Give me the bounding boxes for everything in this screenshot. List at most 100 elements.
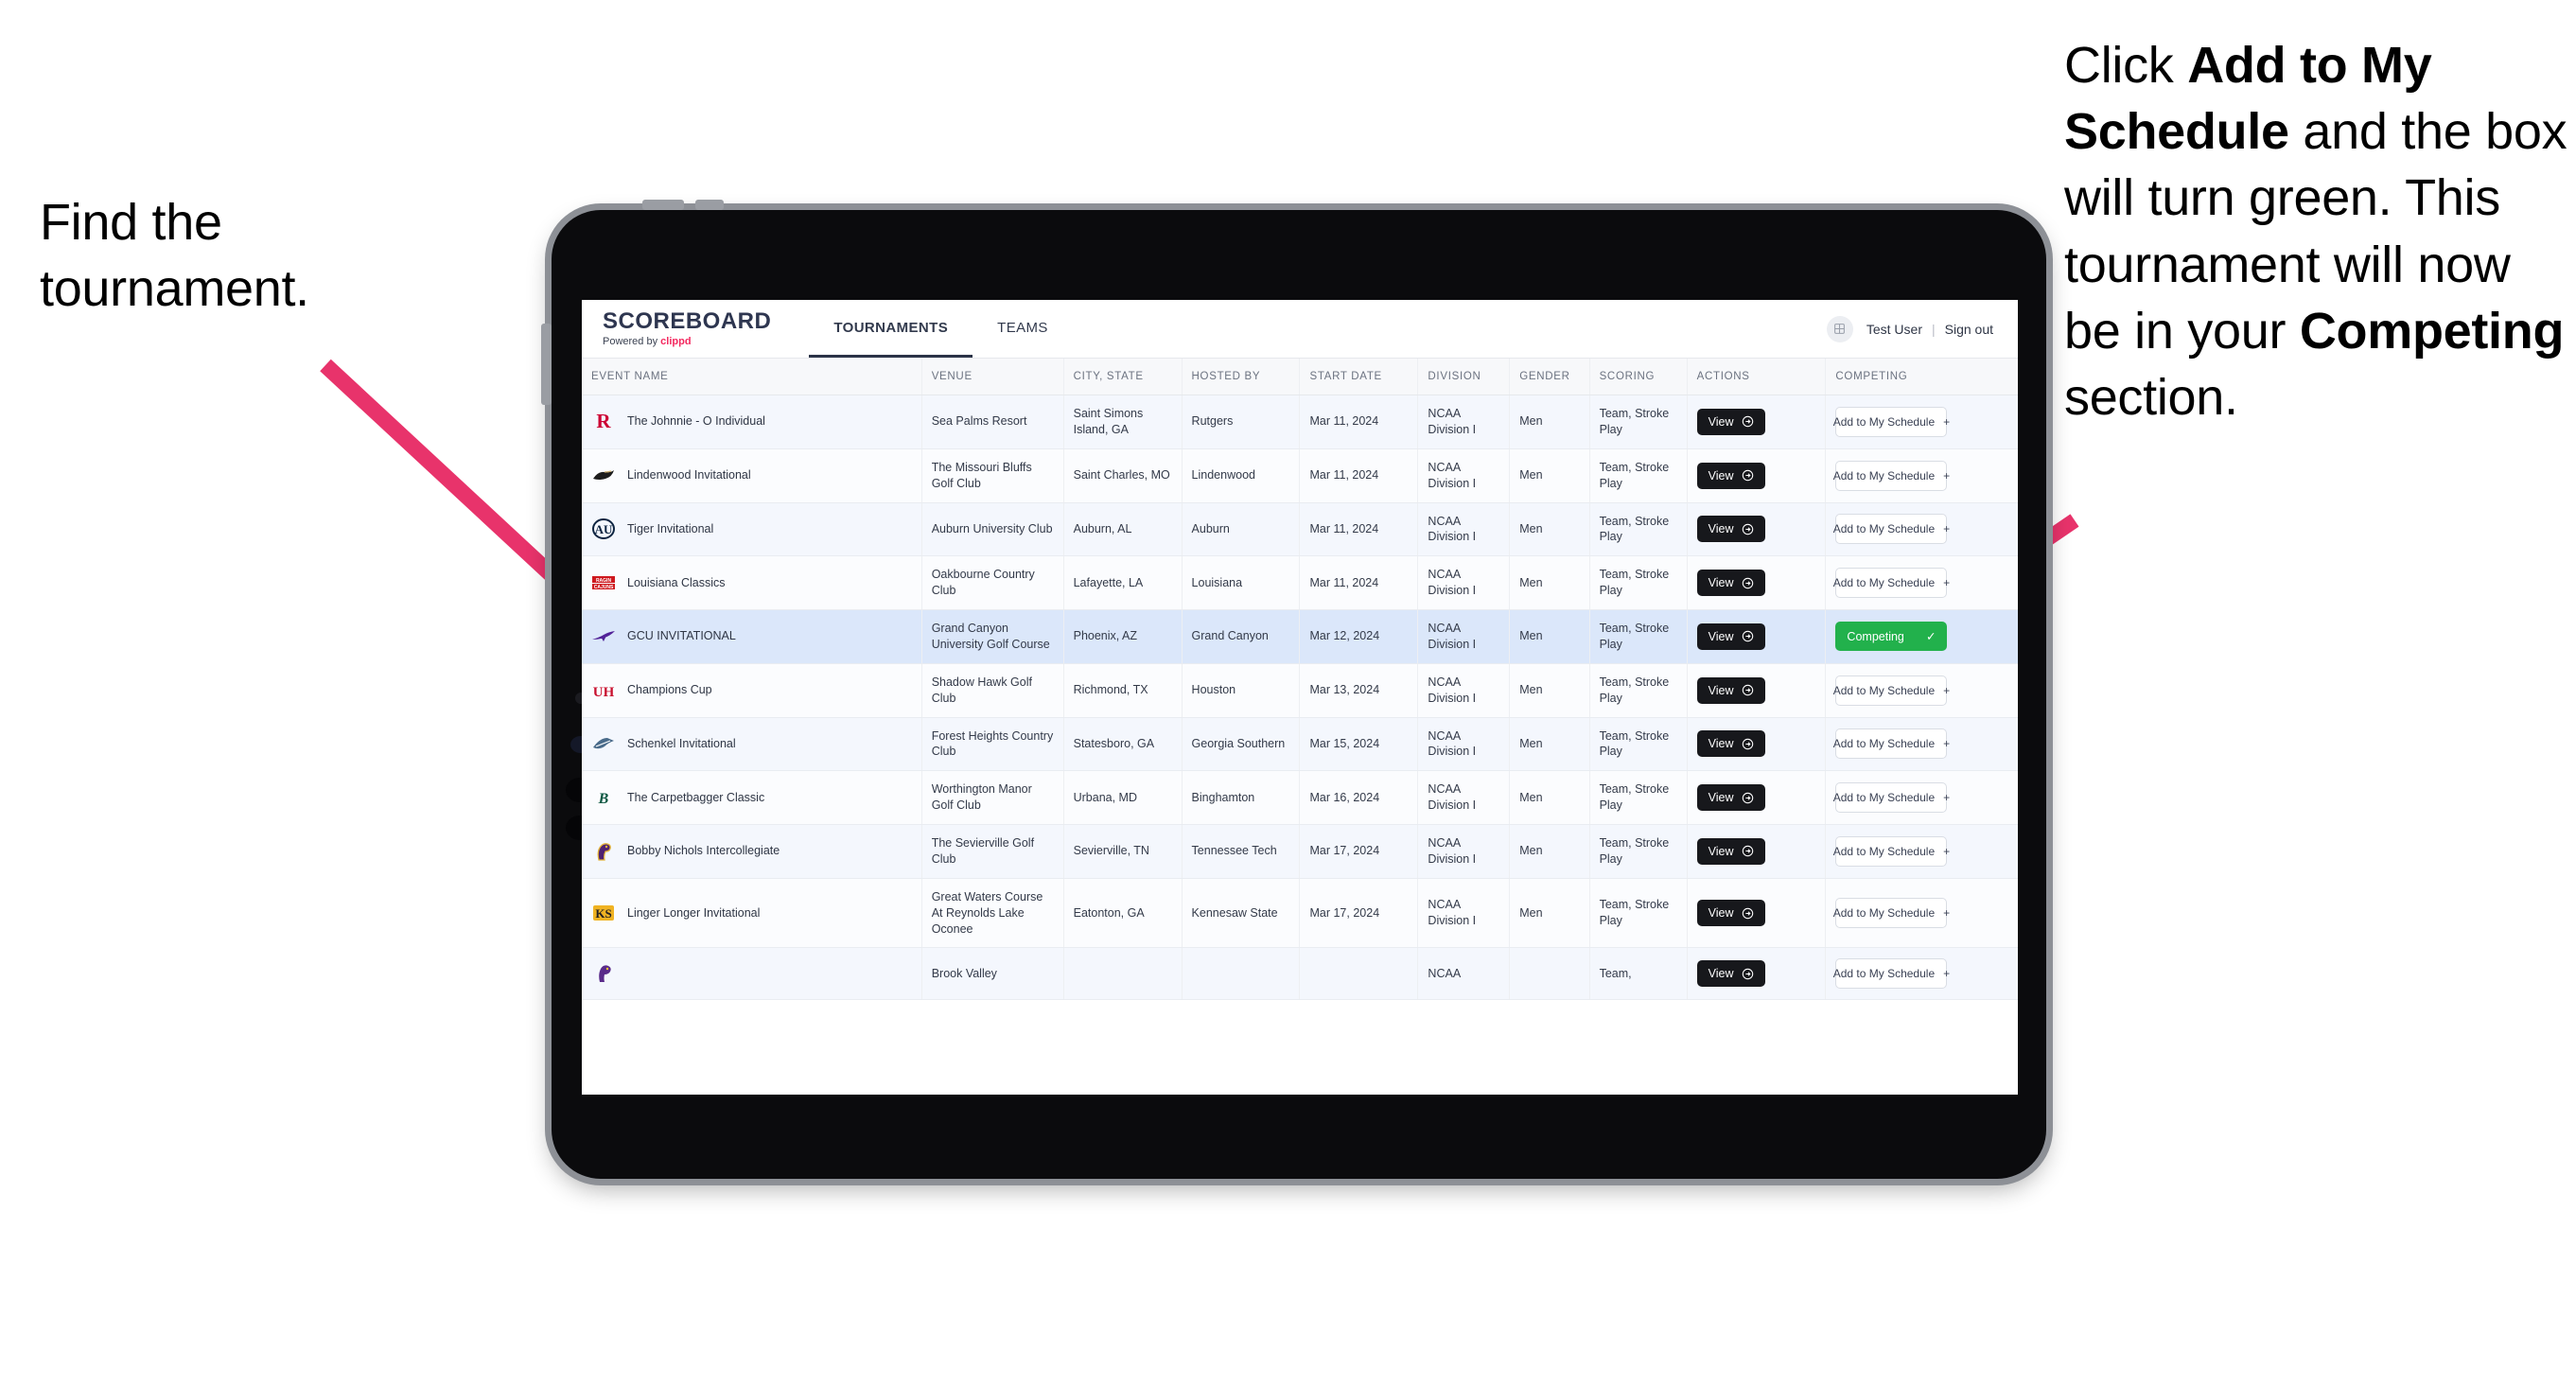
cell-competing: Competing ✓	[1825, 609, 2018, 664]
cell-competing: Add to My Schedule +	[1825, 448, 2018, 503]
column-header-venue[interactable]: VENUE	[921, 359, 1064, 395]
column-header-division[interactable]: DIVISION	[1417, 359, 1511, 395]
add-to-my-schedule-button[interactable]: Add to My Schedule +	[1833, 460, 1950, 491]
view-label: View	[1708, 791, 1734, 805]
cell-venue: The Sevierville Golf Club	[921, 824, 1064, 879]
cell-event-name: R The Johnnie - O Individual	[582, 395, 922, 449]
table-row[interactable]: KS Linger Longer Invitational Great Wate…	[582, 878, 2018, 949]
competing-button[interactable]: Competing ✓	[1835, 622, 1948, 652]
cell-start-date: Mar 17, 2024	[1299, 878, 1419, 949]
cell-scoring: Team, Stroke Play	[1589, 448, 1688, 503]
view-button[interactable]: View	[1696, 408, 1765, 435]
cell-gender: Men	[1509, 555, 1590, 610]
svg-text:B: B	[598, 791, 609, 807]
column-header-event-name[interactable]: EVENT NAME	[582, 359, 922, 395]
add-to-my-schedule-button[interactable]: Add to My Schedule +	[1833, 675, 1951, 706]
table-row[interactable]: B The Carpetbagger Classic Worthington M…	[582, 770, 2018, 825]
table-row[interactable]: Lindenwood Invitational The Missouri Blu…	[582, 448, 2018, 503]
svg-text:RAGIN: RAGIN	[596, 578, 612, 584]
add-to-my-schedule-button[interactable]: Add to My Schedule +	[1833, 728, 1951, 760]
event-name-label: Bobby Nichols Intercollegiate	[627, 844, 780, 858]
column-header-hosted-by[interactable]: HOSTED BY	[1182, 359, 1301, 395]
cell-start-date	[1299, 947, 1419, 1001]
cell-competing: Add to My Schedule +	[1825, 824, 2018, 879]
view-button[interactable]: View	[1696, 837, 1765, 865]
cell-division: NCAA Division I	[1417, 502, 1511, 557]
column-header-gender[interactable]: GENDER	[1509, 359, 1590, 395]
cell-gender: Men	[1509, 502, 1590, 557]
annotation-right-bold2: Competing	[2299, 302, 2565, 360]
cell-actions: View	[1687, 448, 1827, 503]
cell-city-state: Auburn, AL	[1063, 502, 1183, 557]
add-to-my-schedule-button[interactable]: Add to My Schedule +	[1833, 958, 1951, 990]
add-to-my-schedule-label: Add to My Schedule	[1832, 576, 1936, 590]
view-label: View	[1708, 906, 1734, 921]
view-button[interactable]: View	[1696, 730, 1765, 758]
view-label: View	[1708, 737, 1734, 751]
volume-down-button[interactable]	[695, 200, 724, 210]
tab-teams[interactable]: TEAMS	[973, 300, 1073, 358]
cell-city-state	[1063, 947, 1183, 1001]
cell-gender	[1509, 947, 1590, 1001]
lindenwood-logo	[591, 464, 616, 488]
ecu-logo	[591, 961, 616, 986]
brand-title: SCOREBOARD	[603, 308, 772, 334]
table-row[interactable]: UH Champions Cup Shadow Hawk Golf Club R…	[582, 663, 2018, 718]
column-header-city-state[interactable]: CITY, STATE	[1063, 359, 1183, 395]
table-row[interactable]: Schenkel Invitational Forest Heights Cou…	[582, 717, 2018, 772]
plus-icon: +	[1943, 967, 1951, 981]
table-row[interactable]: RAGIN CAJUNS Louisiana Classics Oakbourne…	[582, 555, 2018, 610]
page-root: Find the tournament. Click Add to My Sch…	[0, 0, 2576, 1386]
cell-venue: Auburn University Club	[921, 502, 1064, 557]
user-avatar-icon[interactable]	[1826, 315, 1853, 342]
volume-up-button[interactable]	[642, 200, 684, 210]
cell-hosted-by	[1182, 947, 1301, 1001]
tablet-device-frame: SCOREBOARD Powered by clippd TOURNAMENTS…	[541, 200, 2046, 1179]
view-button[interactable]: View	[1696, 676, 1765, 704]
arrow-circle-right-icon	[1742, 523, 1754, 535]
event-name-label: Champions Cup	[627, 683, 712, 697]
plus-icon: +	[1943, 683, 1951, 697]
add-to-my-schedule-button[interactable]: Add to My Schedule +	[1832, 568, 1951, 599]
tab-tournaments[interactable]: TOURNAMENTS	[809, 300, 973, 358]
brand-logo[interactable]: SCOREBOARD Powered by clippd	[603, 300, 796, 358]
add-to-my-schedule-button[interactable]: Add to My Schedule +	[1833, 406, 1950, 437]
cell-hosted-by: Tennessee Tech	[1182, 824, 1301, 879]
view-button[interactable]: View	[1696, 960, 1765, 988]
power-button[interactable]	[541, 324, 552, 405]
view-label: View	[1708, 522, 1734, 536]
add-to-my-schedule-button[interactable]: Add to My Schedule +	[1833, 835, 1950, 867]
add-to-my-schedule-button[interactable]: Add to My Schedule +	[1833, 514, 1950, 545]
cell-scoring: Team, Stroke Play	[1589, 502, 1688, 557]
view-button[interactable]: View	[1696, 516, 1765, 543]
view-button[interactable]: View	[1696, 784, 1765, 812]
sign-out-link[interactable]: Sign out	[1945, 322, 1993, 337]
plus-icon: +	[1943, 737, 1951, 751]
view-button[interactable]: View	[1696, 462, 1765, 489]
table-row[interactable]: GCU INVITATIONAL Grand Canyon University…	[582, 609, 2018, 664]
cell-start-date: Mar 11, 2024	[1299, 448, 1419, 503]
table-row[interactable]: R The Johnnie - O Individual Sea Palms R…	[582, 395, 2018, 449]
view-button[interactable]: View	[1696, 623, 1765, 650]
cell-start-date: Mar 11, 2024	[1299, 395, 1419, 449]
add-to-my-schedule-button[interactable]: Add to My Schedule +	[1833, 782, 1950, 814]
add-to-my-schedule-button[interactable]: Add to My Schedule +	[1833, 898, 1950, 929]
column-header-scoring[interactable]: SCORING	[1589, 359, 1688, 395]
table-row[interactable]: AU Tiger Invitational Auburn University …	[582, 502, 2018, 557]
table-row[interactable]: Bobby Nichols Intercollegiate The Sevier…	[582, 824, 2018, 879]
cell-scoring: Team, Stroke Play	[1589, 824, 1688, 879]
cell-event-name: UH Champions Cup	[582, 663, 922, 718]
competing-label: Competing	[1847, 629, 1904, 643]
view-label: View	[1708, 468, 1734, 482]
view-button[interactable]: View	[1696, 570, 1765, 597]
table-row[interactable]: Brook Valley NCAA Team, View Add to My S…	[582, 947, 2018, 1001]
cell-scoring: Team, Stroke Play	[1589, 878, 1688, 949]
event-name-label: The Carpetbagger Classic	[627, 790, 765, 804]
cell-actions: View	[1687, 395, 1827, 449]
view-button[interactable]: View	[1696, 900, 1765, 927]
cell-gender: Men	[1509, 395, 1590, 449]
cell-hosted-by: Lindenwood	[1182, 448, 1301, 503]
cell-start-date: Mar 16, 2024	[1299, 770, 1419, 825]
plus-icon: +	[1943, 576, 1951, 590]
column-header-start-date[interactable]: START DATE	[1299, 359, 1419, 395]
